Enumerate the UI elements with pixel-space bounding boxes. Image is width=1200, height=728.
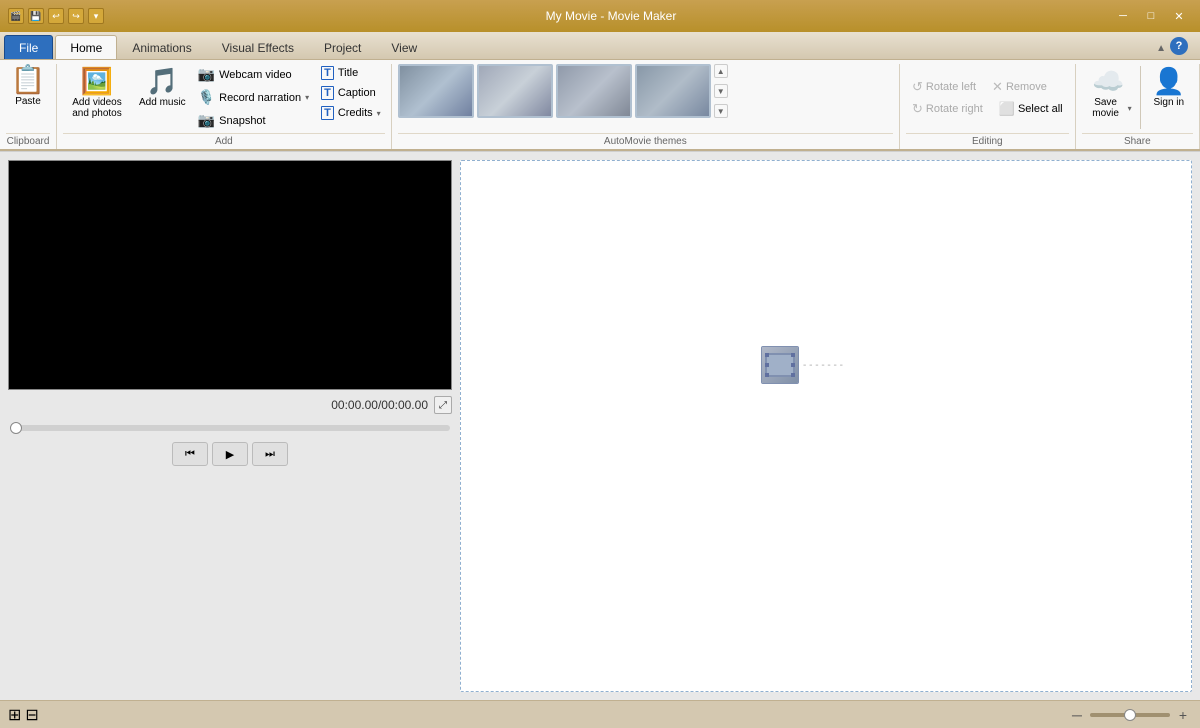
- seekbar[interactable]: [10, 425, 450, 431]
- forward-icon: ⏭: [265, 448, 275, 461]
- sign-in-button[interactable]: 👤 Sign in: [1145, 64, 1193, 110]
- theme-3[interactable]: [556, 64, 632, 118]
- title-button[interactable]: T Title: [317, 64, 385, 82]
- tab-bar: File Home Animations Visual Effects Proj…: [0, 32, 1200, 60]
- add-group: 🖼️ Add videos and photos 🎵 Add music 📷 W…: [57, 64, 392, 149]
- zoom-slider[interactable]: [1090, 713, 1170, 717]
- save-movie-dropdown[interactable]: ▾: [1128, 104, 1132, 113]
- redo-icon[interactable]: ↪: [68, 8, 84, 24]
- seekbar-container: [8, 420, 452, 434]
- rotate-left-icon: ↺: [912, 79, 923, 95]
- theme-1[interactable]: [398, 64, 474, 118]
- statusbar-icon1: ⊞: [8, 705, 21, 725]
- theme-scroll-down[interactable]: ▼: [714, 84, 728, 98]
- forward-button[interactable]: ⏭: [252, 442, 288, 466]
- credits-icon: T: [321, 106, 334, 120]
- statusbar-icon2: ⊟: [25, 705, 38, 725]
- theme-2[interactable]: [477, 64, 553, 118]
- rewind-button[interactable]: ⏮: [172, 442, 208, 466]
- tab-project[interactable]: Project: [309, 35, 376, 59]
- time-code: 00:00.00/00:00.00: [331, 398, 428, 412]
- credits-button[interactable]: T Credits ▾: [317, 104, 385, 122]
- record-narration-button[interactable]: 🎙️ Record narration ▾: [194, 87, 313, 108]
- app-icon: 🎬: [8, 8, 24, 24]
- tab-visual-effects[interactable]: Visual Effects: [207, 35, 309, 59]
- theme-scroll-up[interactable]: ▲: [714, 64, 728, 78]
- paste-button[interactable]: 📋 Paste: [6, 64, 50, 109]
- theme-more-button[interactable]: ▼: [714, 104, 728, 118]
- ribbon: File Home Animations Visual Effects Proj…: [0, 32, 1200, 152]
- timeline-panel[interactable]: - - - - - - -: [460, 160, 1192, 692]
- quick-save-icon[interactable]: 💾: [28, 8, 44, 24]
- tab-view[interactable]: View: [376, 35, 432, 59]
- automovie-group: ▲ ▼ ▼ AutoMovie themes: [392, 64, 900, 149]
- expand-button[interactable]: ⤢: [434, 396, 452, 414]
- rewind-icon: ⏮: [185, 448, 195, 461]
- play-button[interactable]: ▶: [212, 442, 248, 466]
- microphone-icon: 🎙️: [198, 89, 215, 106]
- play-icon: ▶: [226, 448, 234, 461]
- playback-controls: ⏮ ▶ ⏭: [8, 438, 452, 470]
- timeline-label: - - - - - - -: [803, 360, 843, 371]
- statusbar: ⊞ ⊟ ─ +: [0, 700, 1200, 728]
- snapshot-icon: 📷: [198, 112, 215, 129]
- theme-4[interactable]: [635, 64, 711, 118]
- timeline-item: - - - - - - -: [761, 346, 843, 384]
- main-area: 00:00.00/00:00.00 ⤢ ⏮ ▶ ⏭: [0, 152, 1200, 700]
- select-all-icon: ⬜: [999, 101, 1015, 117]
- save-movie-icon: ☁️: [1092, 66, 1124, 97]
- maximize-button[interactable]: □: [1138, 6, 1164, 26]
- tab-animations[interactable]: Animations: [117, 35, 206, 59]
- webcam-video-button[interactable]: 📷 Webcam video: [194, 64, 313, 85]
- select-all-button[interactable]: ⬜ Select all: [993, 99, 1069, 119]
- video-screen: [8, 160, 452, 390]
- add-music-icon: 🎵: [146, 66, 178, 97]
- ribbon-content: 📋 Paste Clipboard 🖼️ Add videos and phot…: [0, 60, 1200, 151]
- timeline-thumb-image: [762, 347, 798, 383]
- zoom-out-button[interactable]: ─: [1068, 706, 1086, 724]
- add-videos-button[interactable]: 🖼️ Add videos and photos: [63, 64, 131, 121]
- rotate-left-button[interactable]: ↺ Rotate left: [906, 77, 982, 97]
- preview-panel: 00:00.00/00:00.00 ⤢ ⏮ ▶ ⏭: [0, 152, 460, 700]
- paste-icon: 📋: [11, 66, 46, 94]
- share-separator: [1140, 66, 1141, 129]
- zoom-in-button[interactable]: +: [1174, 706, 1192, 724]
- tab-file[interactable]: File: [4, 35, 53, 59]
- clipboard-group: 📋 Paste Clipboard: [0, 64, 57, 149]
- statusbar-left: ⊞ ⊟: [8, 705, 39, 725]
- snapshot-button[interactable]: 📷 Snapshot: [194, 110, 313, 131]
- ribbon-collapse-btn[interactable]: ▲: [1156, 43, 1166, 54]
- webcam-icon: 📷: [198, 66, 215, 83]
- record-narration-dropdown[interactable]: ▾: [305, 93, 309, 102]
- add-music-button[interactable]: 🎵 Add music: [135, 64, 190, 110]
- tab-home[interactable]: Home: [55, 35, 117, 59]
- remove-button[interactable]: ✕ Remove: [986, 77, 1053, 97]
- window-title: My Movie - Movie Maker: [112, 9, 1110, 23]
- add-text-buttons: T Title T Caption T Credits ▾: [317, 64, 385, 122]
- undo-icon[interactable]: ↩: [48, 8, 64, 24]
- share-group: ☁️ Save movie ▾ 👤 Sign in Share: [1076, 64, 1200, 149]
- help-button[interactable]: ?: [1170, 37, 1188, 55]
- credits-dropdown[interactable]: ▾: [377, 109, 381, 118]
- dropdown-icon[interactable]: ▾: [88, 8, 104, 24]
- rotate-right-icon: ↻: [912, 101, 923, 117]
- sign-in-icon: 👤: [1153, 66, 1185, 97]
- rotate-right-button[interactable]: ↻ Rotate right: [906, 99, 989, 119]
- caption-icon: T: [321, 86, 334, 100]
- film-strip-icon: [765, 353, 795, 377]
- time-display: 00:00.00/00:00.00 ⤢: [8, 394, 452, 416]
- close-button[interactable]: ✕: [1166, 6, 1192, 26]
- titlebar: 🎬 💾 ↩ ↪ ▾ My Movie - Movie Maker ─ □ ✕: [0, 0, 1200, 32]
- save-movie-button[interactable]: ☁️ Save movie ▾: [1082, 64, 1136, 121]
- add-videos-icon: 🖼️: [81, 66, 113, 97]
- add-small-buttons: 📷 Webcam video 🎙️ Record narration ▾ 📷 S…: [194, 64, 313, 131]
- remove-icon: ✕: [992, 79, 1003, 95]
- caption-button[interactable]: T Caption: [317, 84, 385, 102]
- title-icon: T: [321, 66, 334, 80]
- minimize-button[interactable]: ─: [1110, 6, 1136, 26]
- editing-group: ↺ Rotate left ✕ Remove ↻ Rotate right ⬜: [900, 64, 1076, 149]
- statusbar-right: ─ +: [1068, 706, 1192, 724]
- timeline-thumb[interactable]: [761, 346, 799, 384]
